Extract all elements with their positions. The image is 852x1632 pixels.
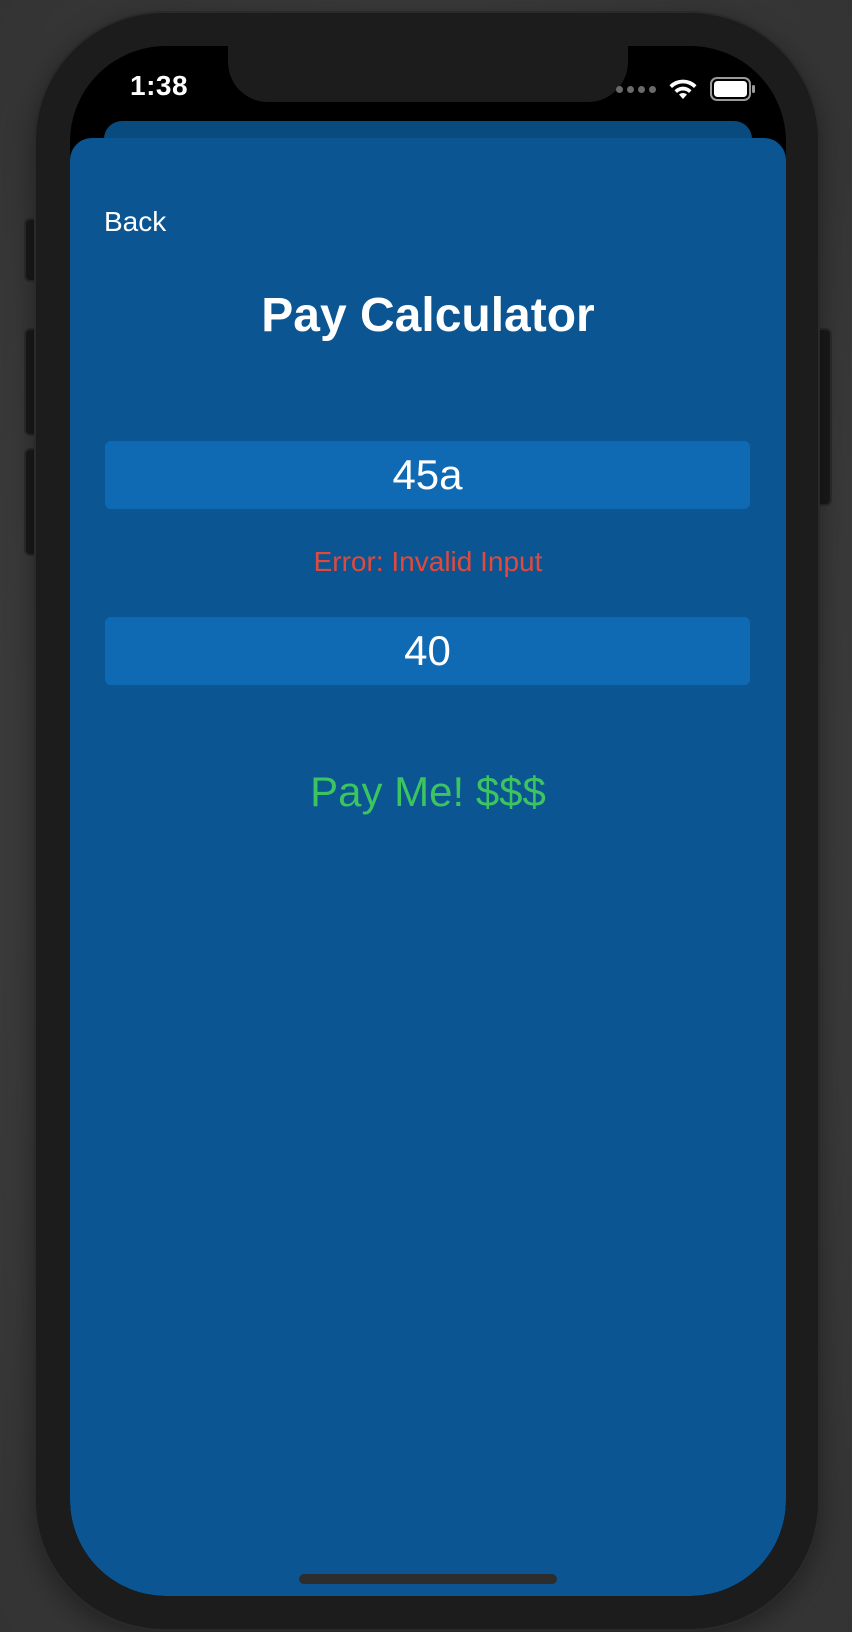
status-time: 1:38 <box>130 70 189 101</box>
back-button[interactable]: Back <box>104 206 166 238</box>
wifi-icon <box>668 78 698 100</box>
modal-sheet: Back Pay Calculator Error: Invalid Input… <box>70 138 786 1596</box>
error-message: Error: Invalid Input <box>313 546 543 577</box>
page-title: Pay Calculator <box>261 289 595 342</box>
notch <box>228 46 628 102</box>
phone-screen: 1:38 Back Pay Calculator 45a Error: Inva… <box>70 46 786 1596</box>
simulator-stage: 1:38 Back Pay Calculator 45a Error: Inva… <box>0 0 852 1632</box>
pay-me-button[interactable]: Pay Me! $$$ <box>70 768 786 816</box>
hours-input[interactable] <box>105 441 750 509</box>
rate-input[interactable] <box>105 617 750 685</box>
cellular-dots-icon <box>616 85 656 93</box>
status-icons <box>616 76 756 102</box>
battery-icon <box>710 77 756 101</box>
home-indicator[interactable] <box>299 1574 557 1584</box>
